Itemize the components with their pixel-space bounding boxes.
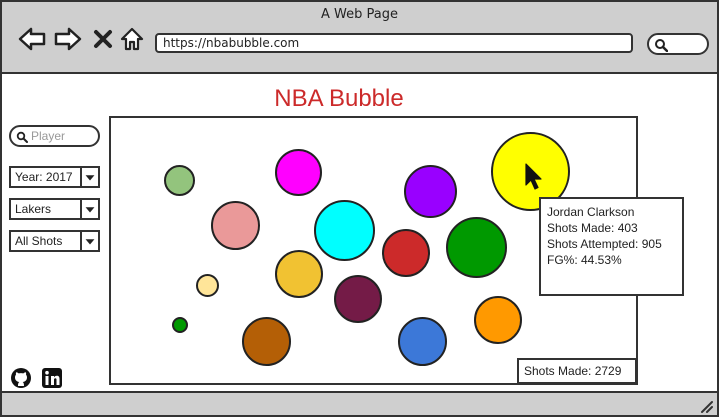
back-arrow-icon[interactable] (18, 26, 46, 52)
total-shots-made: Shots Made: 2729 (517, 358, 637, 384)
search-icon (16, 131, 28, 143)
team-select-value: Lakers (15, 202, 52, 216)
player-bubble[interactable] (446, 217, 507, 278)
search-icon (655, 39, 668, 52)
linkedin-icon[interactable] (41, 367, 63, 389)
shot-type-select-value: All Shots (15, 234, 63, 248)
mouse-cursor-icon (523, 162, 543, 192)
forward-arrow-icon[interactable] (54, 26, 82, 52)
year-select-value: Year: 2017 (15, 170, 73, 184)
player-bubble[interactable] (242, 317, 291, 366)
home-icon[interactable] (119, 26, 145, 52)
tooltip-shots-made: Shots Made: 403 (547, 221, 638, 235)
player-tooltip: Jordan Clarkson Shots Made: 403 Shots At… (539, 197, 684, 296)
player-bubble[interactable] (398, 317, 447, 366)
chevron-down-icon[interactable] (80, 200, 98, 218)
player-bubble[interactable] (164, 165, 195, 196)
player-bubble[interactable] (334, 275, 382, 323)
page-title: NBA Bubble (274, 85, 404, 112)
window-title: A Web Page (321, 7, 398, 22)
team-select[interactable]: Lakers (9, 198, 100, 220)
player-bubble[interactable] (474, 296, 522, 344)
player-bubble[interactable] (172, 317, 188, 333)
player-bubble[interactable] (404, 165, 457, 218)
status-bar (2, 391, 717, 415)
github-icon[interactable] (10, 367, 32, 389)
player-search[interactable] (9, 125, 100, 147)
player-bubble[interactable] (211, 201, 260, 250)
close-x-icon[interactable] (92, 26, 114, 52)
shot-type-select[interactable]: All Shots (9, 230, 100, 252)
tooltip-shots-attempted: Shots Attempted: 905 (547, 237, 662, 251)
player-bubble[interactable] (314, 200, 375, 261)
url-bar[interactable]: https://nbabubble.com (155, 33, 633, 53)
player-bubble[interactable] (275, 149, 322, 196)
player-bubble[interactable] (275, 250, 323, 298)
year-select[interactable]: Year: 2017 (9, 166, 100, 188)
player-search-input[interactable] (31, 128, 95, 144)
tooltip-player-name: Jordan Clarkson (547, 205, 635, 219)
chevron-down-icon[interactable] (80, 232, 98, 250)
title-bar: A Web Page https://nbabubble.com (2, 2, 717, 74)
chevron-down-icon[interactable] (80, 168, 98, 186)
player-bubble[interactable] (382, 229, 430, 277)
resize-grip-icon[interactable] (699, 399, 713, 413)
player-bubble[interactable] (196, 274, 219, 297)
tooltip-fg-pct: FG%: 44.53% (547, 253, 622, 267)
browser-window: A Web Page https://nbabubble.com NBA Bub… (0, 0, 719, 417)
browser-search-box[interactable] (647, 33, 709, 55)
